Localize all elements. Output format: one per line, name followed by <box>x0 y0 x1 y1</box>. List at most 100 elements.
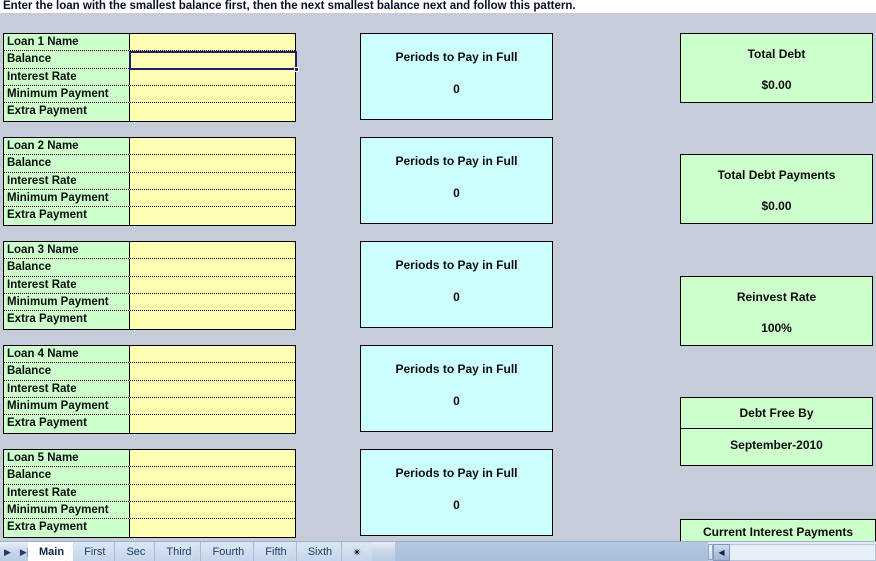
loan-row-name: Loan 4 Name <box>4 346 295 364</box>
loan-row-minimum: Minimum Payment <box>4 190 295 208</box>
sheet-nav-arrows: ▶ ▶| <box>0 542 29 561</box>
sheet-tab-main[interactable]: Main <box>28 542 75 561</box>
loan-2-interest-input[interactable] <box>130 172 295 190</box>
loan-4-minimum-label: Minimum Payment <box>4 398 130 415</box>
loan-row-name: Loan 5 Name <box>4 450 295 468</box>
loan-4-balance-input[interactable] <box>130 363 295 380</box>
loan-4-name-label: Loan 4 Name <box>4 346 130 363</box>
loan-5-balance-label: Balance <box>4 467 130 484</box>
periods-box-3: Periods to Pay in Full 0 <box>360 241 553 328</box>
loan-row-minimum: Minimum Payment <box>4 86 295 104</box>
loan-3-minimum-input[interactable] <box>130 294 295 311</box>
reinvest-rate-box: Reinvest Rate 100% <box>680 276 873 346</box>
periods-value-3: 0 <box>453 290 460 304</box>
loan-5-minimum-input[interactable] <box>130 502 295 519</box>
loan-block-1: Loan 1 Name Balance Interest Rate Minimu… <box>3 33 296 122</box>
loan-row-minimum: Minimum Payment <box>4 502 295 520</box>
loan-row-name: Loan 3 Name <box>4 242 295 260</box>
loan-1-name-input[interactable] <box>130 34 295 51</box>
periods-title-5: Periods to Pay in Full <box>395 466 518 480</box>
debt-free-by-value: September-2010 <box>730 438 823 452</box>
fill-handle[interactable] <box>294 67 299 72</box>
loan-row-interest: Interest Rate <box>4 484 295 503</box>
loan-row-balance: Balance <box>4 51 295 69</box>
total-debt-box: Total Debt $0.00 <box>680 33 873 103</box>
total-debt-payments-title: Total Debt Payments <box>717 168 836 182</box>
loan-3-extra-input[interactable] <box>130 311 295 329</box>
loan-5-name-label: Loan 5 Name <box>4 450 130 467</box>
loan-4-name-input[interactable] <box>130 346 295 363</box>
loan-2-name-input[interactable] <box>130 138 295 155</box>
loan-row-interest: Interest Rate <box>4 68 295 87</box>
loan-3-balance-input[interactable] <box>130 259 295 276</box>
loan-1-extra-label: Extra Payment <box>4 103 130 121</box>
total-debt-payments-value: $0.00 <box>761 199 792 213</box>
loan-row-balance: Balance <box>4 467 295 485</box>
loan-2-balance-label: Balance <box>4 155 130 172</box>
loan-2-name-label: Loan 2 Name <box>4 138 130 155</box>
sheet-tab-sec[interactable]: Sec <box>115 542 156 561</box>
loan-row-interest: Interest Rate <box>4 276 295 295</box>
loan-5-balance-input[interactable] <box>130 467 295 484</box>
loan-row-minimum: Minimum Payment <box>4 398 295 416</box>
loan-1-balance-label: Balance <box>4 51 130 68</box>
loan-row-extra: Extra Payment <box>4 519 295 537</box>
loan-row-minimum: Minimum Payment <box>4 294 295 312</box>
total-debt-value: $0.00 <box>761 78 792 92</box>
spreadsheet-window: Enter the loan with the smallest balance… <box>0 0 876 561</box>
reinvest-rate-value: 100% <box>761 321 792 335</box>
sheet-tab-fourth[interactable]: Fourth <box>201 542 255 561</box>
loan-row-name: Loan 1 Name <box>4 34 295 52</box>
periods-value-4: 0 <box>453 394 460 408</box>
loan-row-name: Loan 2 Name <box>4 138 295 156</box>
loan-row-balance: Balance <box>4 363 295 381</box>
loan-3-interest-label: Interest Rate <box>4 276 130 294</box>
sheet-tab-sixth[interactable]: Sixth <box>296 542 343 561</box>
loan-5-extra-input[interactable] <box>130 519 295 537</box>
periods-value-1: 0 <box>453 82 460 96</box>
loan-2-interest-label: Interest Rate <box>4 172 130 190</box>
loan-2-minimum-label: Minimum Payment <box>4 190 130 207</box>
loan-1-minimum-label: Minimum Payment <box>4 86 130 103</box>
loan-3-minimum-label: Minimum Payment <box>4 294 130 311</box>
loan-3-interest-input[interactable] <box>130 276 295 294</box>
loan-4-minimum-input[interactable] <box>130 398 295 415</box>
tab-bar-filler <box>395 542 708 561</box>
sheet-tab-fifth[interactable]: Fifth <box>254 542 298 561</box>
sheet-tab-first[interactable]: First <box>73 542 116 561</box>
loan-row-extra: Extra Payment <box>4 207 295 225</box>
loan-1-name-label: Loan 1 Name <box>4 34 130 51</box>
scroll-left-icon[interactable]: ◀ <box>713 543 730 561</box>
loan-row-balance: Balance <box>4 259 295 277</box>
current-interest-payments-title: Current Interest Payments <box>702 525 854 539</box>
loan-4-interest-input[interactable] <box>130 380 295 398</box>
loan-1-minimum-input[interactable] <box>130 86 295 103</box>
loan-3-name-label: Loan 3 Name <box>4 242 130 259</box>
horizontal-scrollbar[interactable]: ◀ <box>708 542 876 561</box>
loan-5-interest-label: Interest Rate <box>4 484 130 502</box>
loan-2-balance-input[interactable] <box>130 155 295 172</box>
sheet-tab-third[interactable]: Third <box>155 542 202 561</box>
loan-2-extra-input[interactable] <box>130 207 295 225</box>
insert-sheet-icon[interactable]: ✴ <box>342 542 373 561</box>
loan-1-interest-input[interactable] <box>130 68 295 86</box>
scroll-track[interactable] <box>730 543 876 561</box>
loan-3-balance-label: Balance <box>4 259 130 276</box>
loan-3-extra-label: Extra Payment <box>4 311 130 329</box>
loan-4-balance-label: Balance <box>4 363 130 380</box>
loan-4-extra-input[interactable] <box>130 415 295 433</box>
debt-free-by-title: Debt Free By <box>681 398 872 429</box>
loan-5-interest-input[interactable] <box>130 484 295 502</box>
loan-5-name-input[interactable] <box>130 450 295 467</box>
loan-2-minimum-input[interactable] <box>130 190 295 207</box>
periods-box-1: Periods to Pay in Full 0 <box>360 33 553 120</box>
loan-1-balance-input[interactable] <box>130 51 295 68</box>
periods-title-2: Periods to Pay in Full <box>395 154 518 168</box>
periods-value-2: 0 <box>453 186 460 200</box>
periods-value-5: 0 <box>453 498 460 512</box>
nav-next-icon[interactable]: ▶ <box>4 547 11 557</box>
loan-1-extra-input[interactable] <box>130 103 295 121</box>
periods-title-4: Periods to Pay in Full <box>395 362 518 376</box>
periods-box-5: Periods to Pay in Full 0 <box>360 449 553 536</box>
loan-3-name-input[interactable] <box>130 242 295 259</box>
